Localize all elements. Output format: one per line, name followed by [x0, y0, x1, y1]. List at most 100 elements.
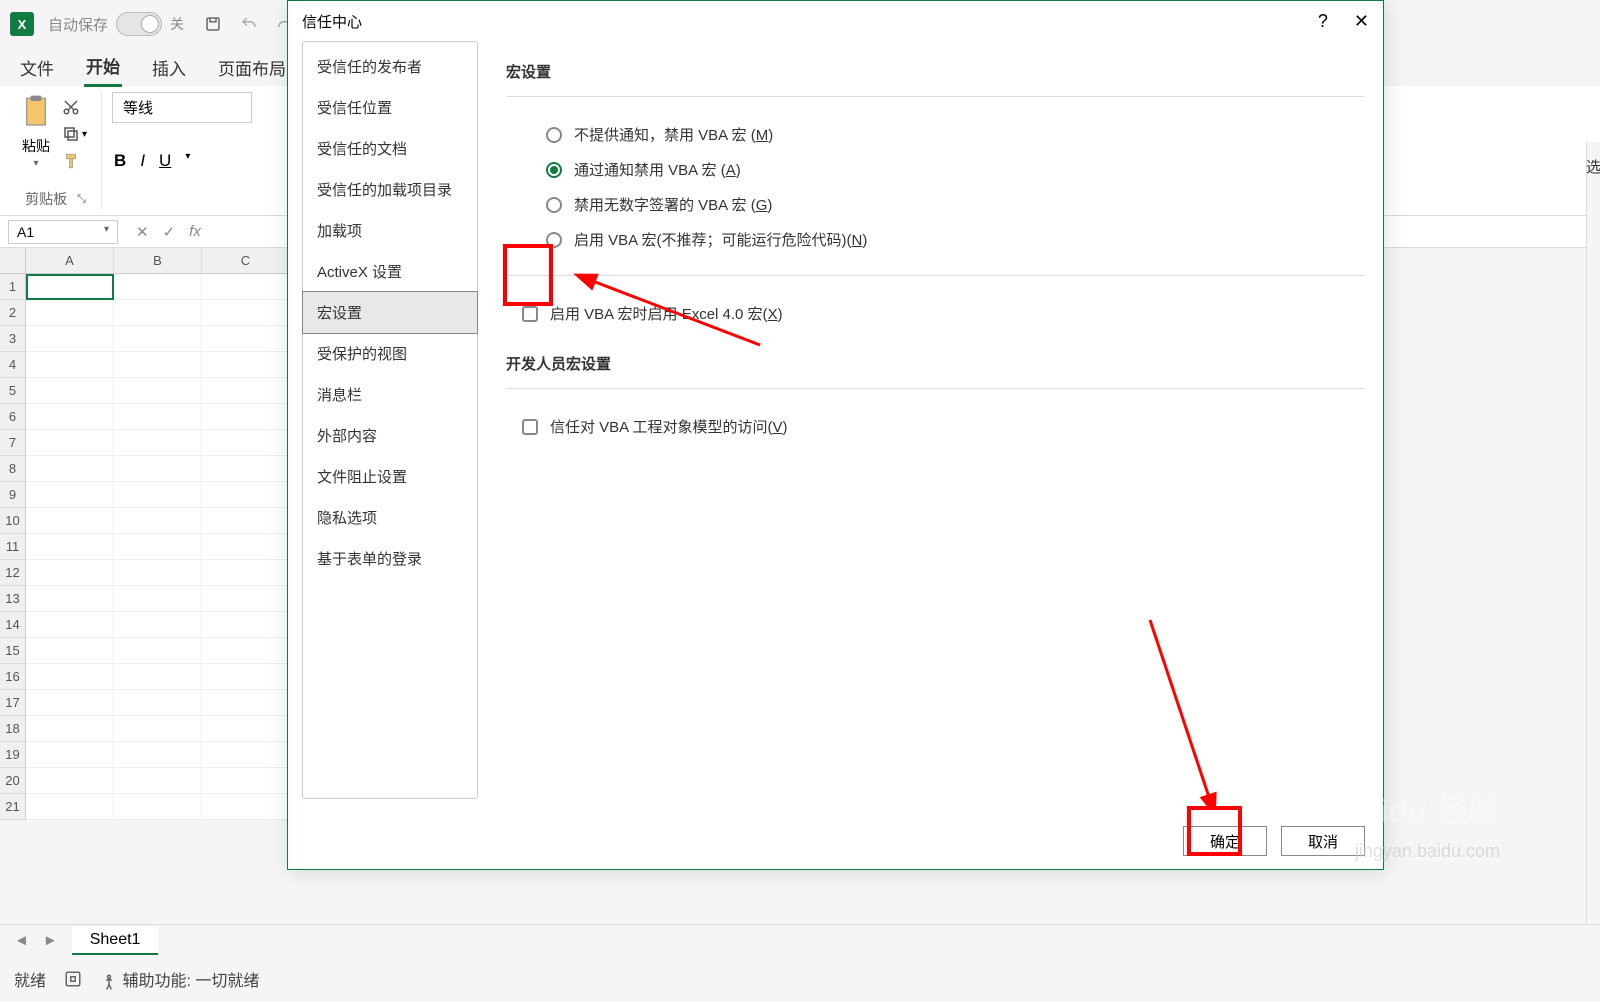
- sidebar-item[interactable]: 受信任的发布者: [303, 46, 477, 87]
- tab-insert[interactable]: 插入: [150, 49, 188, 86]
- sidebar-item[interactable]: 受信任的文档: [303, 128, 477, 169]
- cell[interactable]: [26, 690, 114, 716]
- cell[interactable]: [114, 300, 202, 326]
- cell[interactable]: [202, 378, 290, 404]
- cancel-formula-icon[interactable]: ✕: [136, 223, 149, 241]
- cell[interactable]: [202, 482, 290, 508]
- row-header[interactable]: 9: [0, 482, 26, 508]
- close-button[interactable]: ✕: [1354, 11, 1369, 32]
- row-header[interactable]: 8: [0, 456, 26, 482]
- cell[interactable]: [202, 300, 290, 326]
- sidebar-item[interactable]: 受信任位置: [303, 87, 477, 128]
- cell[interactable]: [202, 794, 290, 820]
- sidebar-item[interactable]: 文件阻止设置: [303, 456, 477, 497]
- cell[interactable]: [26, 326, 114, 352]
- cell[interactable]: [114, 560, 202, 586]
- row-header[interactable]: 7: [0, 430, 26, 456]
- checkbox-icon[interactable]: [522, 306, 538, 322]
- cell[interactable]: [114, 768, 202, 794]
- macro-radio-option[interactable]: 不提供通知，禁用 VBA 宏 (M): [506, 117, 1365, 152]
- confirm-formula-icon[interactable]: ✓: [163, 223, 176, 241]
- ok-button[interactable]: 确定: [1183, 826, 1267, 856]
- cell[interactable]: [114, 352, 202, 378]
- stats-icon[interactable]: [64, 970, 82, 988]
- cell[interactable]: [114, 690, 202, 716]
- row-header[interactable]: 4: [0, 352, 26, 378]
- cell[interactable]: [202, 716, 290, 742]
- row-header[interactable]: 10: [0, 508, 26, 534]
- cell[interactable]: [26, 352, 114, 378]
- sheet-tab[interactable]: Sheet1: [72, 927, 159, 955]
- cell[interactable]: [114, 716, 202, 742]
- col-header[interactable]: C: [202, 248, 290, 274]
- radio-icon[interactable]: [546, 232, 562, 248]
- cell[interactable]: [202, 612, 290, 638]
- cell[interactable]: [202, 664, 290, 690]
- fx-icon[interactable]: fx: [189, 223, 201, 241]
- cell[interactable]: [26, 430, 114, 456]
- row-header[interactable]: 16: [0, 664, 26, 690]
- cell[interactable]: [202, 352, 290, 378]
- cell[interactable]: [26, 716, 114, 742]
- cell[interactable]: [202, 742, 290, 768]
- chevron-down-icon[interactable]: ▾: [185, 151, 190, 171]
- row-header[interactable]: 3: [0, 326, 26, 352]
- row-header[interactable]: 2: [0, 300, 26, 326]
- cell[interactable]: [26, 274, 114, 300]
- tab-file[interactable]: 文件: [18, 49, 56, 86]
- col-header[interactable]: A: [26, 248, 114, 274]
- macro-radio-option[interactable]: 禁用无数字签署的 VBA 宏 (G): [506, 187, 1365, 222]
- cell[interactable]: [26, 586, 114, 612]
- cell[interactable]: [26, 456, 114, 482]
- cell[interactable]: [26, 612, 114, 638]
- macro-radio-option[interactable]: 启用 VBA 宏(不推荐；可能运行危险代码)(N): [506, 222, 1365, 257]
- cell[interactable]: [114, 274, 202, 300]
- trust-vba-project-checkbox-row[interactable]: 信任对 VBA 工程对象模型的访问(V): [506, 409, 1365, 444]
- autosave-toggle[interactable]: 自动保存 关: [48, 12, 184, 36]
- sidebar-item[interactable]: 宏设置: [302, 291, 478, 334]
- sidebar-item[interactable]: 受保护的视图: [303, 333, 477, 374]
- cell[interactable]: [114, 326, 202, 352]
- cell[interactable]: [114, 456, 202, 482]
- radio-icon[interactable]: [546, 162, 562, 178]
- macro-radio-option[interactable]: 通过通知禁用 VBA 宏 (A): [506, 152, 1365, 187]
- cell[interactable]: [114, 430, 202, 456]
- cell[interactable]: [26, 404, 114, 430]
- sheet-nav-next-icon[interactable]: ►: [43, 932, 58, 949]
- cell[interactable]: [114, 638, 202, 664]
- underline-button[interactable]: U: [159, 151, 171, 171]
- tab-layout[interactable]: 页面布局: [216, 49, 288, 86]
- cell[interactable]: [202, 534, 290, 560]
- radio-icon[interactable]: [546, 197, 562, 213]
- cell[interactable]: [202, 404, 290, 430]
- cell[interactable]: [26, 508, 114, 534]
- sidebar-item[interactable]: 外部内容: [303, 415, 477, 456]
- cell[interactable]: [114, 534, 202, 560]
- checkbox-icon[interactable]: [522, 419, 538, 435]
- cell[interactable]: [26, 378, 114, 404]
- sidebar-item[interactable]: 基于表单的登录: [303, 538, 477, 579]
- cell[interactable]: [26, 664, 114, 690]
- dialog-launcher-icon[interactable]: ⤡: [77, 193, 86, 206]
- copy-icon[interactable]: [62, 124, 80, 144]
- cell[interactable]: [202, 690, 290, 716]
- row-header[interactable]: 20: [0, 768, 26, 794]
- cell[interactable]: [202, 508, 290, 534]
- row-header[interactable]: 1: [0, 274, 26, 300]
- row-header[interactable]: 18: [0, 716, 26, 742]
- cancel-button[interactable]: 取消: [1281, 826, 1365, 856]
- row-header[interactable]: 14: [0, 612, 26, 638]
- toggle-switch[interactable]: [116, 12, 162, 36]
- sidebar-item[interactable]: ActiveX 设置: [303, 251, 477, 292]
- cell[interactable]: [114, 612, 202, 638]
- cell[interactable]: [202, 768, 290, 794]
- enable-excel4-macros-checkbox-row[interactable]: 启用 VBA 宏时启用 Excel 4.0 宏(X): [506, 296, 1365, 331]
- cell[interactable]: [26, 742, 114, 768]
- cell[interactable]: [202, 586, 290, 612]
- row-header[interactable]: 21: [0, 794, 26, 820]
- cell[interactable]: [26, 534, 114, 560]
- row-header[interactable]: 11: [0, 534, 26, 560]
- undo-icon[interactable]: [240, 15, 258, 33]
- cell[interactable]: [26, 482, 114, 508]
- row-header[interactable]: 12: [0, 560, 26, 586]
